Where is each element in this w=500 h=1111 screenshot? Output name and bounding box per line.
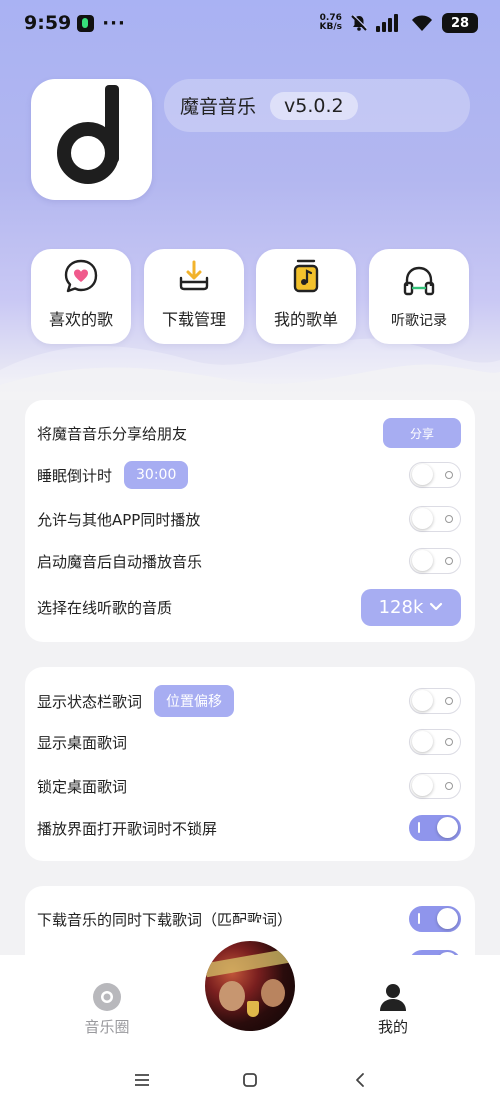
download-manager-card[interactable]: 下载管理 (144, 249, 244, 344)
app-version-badge[interactable]: v5.0.2 (270, 91, 358, 120)
back-icon[interactable] (353, 1072, 367, 1088)
status-bar: 9:59 ··· 0.76 KB/s 28 (0, 0, 500, 46)
listening-history-card[interactable]: 听歌记录 (369, 249, 469, 344)
lock-desktop-lyrics-toggle[interactable] (409, 773, 461, 799)
network-speed: 0.76 KB/s (320, 14, 342, 32)
sleep-timer-label: 睡眠倒计时 (37, 466, 113, 485)
statusbar-lyrics-row: 显示状态栏歌词 位置偏移 (25, 684, 475, 718)
bell-muted-icon (351, 14, 368, 31)
desktop-lyrics-row: 显示桌面歌词 (25, 725, 475, 759)
lock-desktop-lyrics-label: 锁定桌面歌词 (37, 777, 128, 796)
statusbar-lyrics-toggle[interactable] (409, 688, 461, 714)
share-label: 将魔音音乐分享给朋友 (37, 424, 188, 443)
settings-card-lyrics: 显示状态栏歌词 位置偏移 显示桌面歌词 锁定桌面歌词 播放界面打开歌词时不锁屏 (25, 667, 475, 861)
statusbar-lyrics-label: 显示状态栏歌词 (37, 692, 143, 711)
heart-chat-icon (64, 259, 98, 293)
no-lock-screen-toggle[interactable] (409, 815, 461, 841)
sleep-timer-value[interactable]: 30:00 (124, 461, 189, 489)
quality-label: 选择在线听歌的音质 (37, 598, 173, 617)
nav-music-circle-label: 音乐圈 (84, 1018, 130, 1036)
quality-dropdown[interactable]: 128k (361, 588, 461, 626)
recent-apps-icon[interactable] (133, 1072, 151, 1088)
nav-mine[interactable]: 我的 (353, 982, 433, 1037)
desktop-lyrics-toggle[interactable] (409, 729, 461, 755)
allow-other-apps-label: 允许与其他APP同时播放 (37, 510, 201, 529)
person-icon (380, 984, 406, 1011)
my-playlists-label: 我的歌单 (273, 310, 338, 329)
desktop-lyrics-label: 显示桌面歌词 (37, 733, 128, 752)
settings-card-general: 将魔音音乐分享给朋友 分享 睡眠倒计时 30:00 允许与其他APP同时播放 启… (25, 400, 475, 642)
my-playlists-card[interactable]: 我的歌单 (256, 249, 356, 344)
autoplay-label: 启动魔音后自动播放音乐 (37, 552, 203, 571)
sleep-timer-toggle[interactable] (409, 462, 461, 488)
lock-desktop-lyrics-row: 锁定桌面歌词 (25, 769, 475, 803)
download-manager-label: 下载管理 (161, 310, 226, 329)
nav-mine-label: 我的 (377, 1018, 408, 1036)
more-notifications-icon: ··· (102, 12, 126, 34)
battery-indicator: 28 (442, 13, 478, 33)
now-playing-album-art[interactable] (202, 938, 298, 1034)
quality-row: 选择在线听歌的音质 128k (25, 588, 475, 626)
favorites-label: 喜欢的歌 (48, 310, 113, 329)
home-icon[interactable] (242, 1072, 258, 1088)
wifi-icon (412, 15, 432, 31)
network-speed-unit: KB/s (319, 22, 342, 32)
position-offset-button[interactable]: 位置偏移 (154, 685, 235, 717)
allow-other-apps-row: 允许与其他APP同时播放 (25, 502, 475, 536)
share-row: 将魔音音乐分享给朋友 分享 (25, 416, 475, 450)
autoplay-row: 启动魔音后自动播放音乐 (25, 544, 475, 578)
app-name: 魔音音乐 (180, 96, 257, 118)
status-time: 9:59 (24, 12, 72, 34)
notification-app-icon (77, 14, 95, 32)
music-playlist-icon (293, 259, 319, 293)
nav-music-circle[interactable]: 音乐圈 (67, 982, 147, 1037)
chevron-down-icon (430, 602, 443, 611)
allow-other-apps-toggle[interactable] (409, 506, 461, 532)
app-info-bar: 魔音音乐 v5.0.2 (164, 79, 470, 132)
headphones-icon (403, 266, 435, 296)
music-note-d-icon (56, 84, 119, 184)
download-tray-icon (179, 260, 209, 291)
signal-icon (376, 14, 398, 32)
sleep-timer-row: 睡眠倒计时 30:00 (25, 458, 475, 492)
quality-value: 128k (378, 596, 424, 618)
favorites-card[interactable]: 喜欢的歌 (31, 249, 131, 344)
autoplay-toggle[interactable] (409, 548, 461, 574)
share-button[interactable]: 分享 (383, 418, 461, 448)
disc-icon (93, 983, 121, 1011)
listening-history-label: 听歌记录 (391, 313, 447, 329)
app-logo (31, 79, 152, 200)
no-lock-screen-label: 播放界面打开歌词时不锁屏 (37, 819, 218, 838)
no-lock-screen-row: 播放界面打开歌词时不锁屏 (25, 811, 475, 845)
